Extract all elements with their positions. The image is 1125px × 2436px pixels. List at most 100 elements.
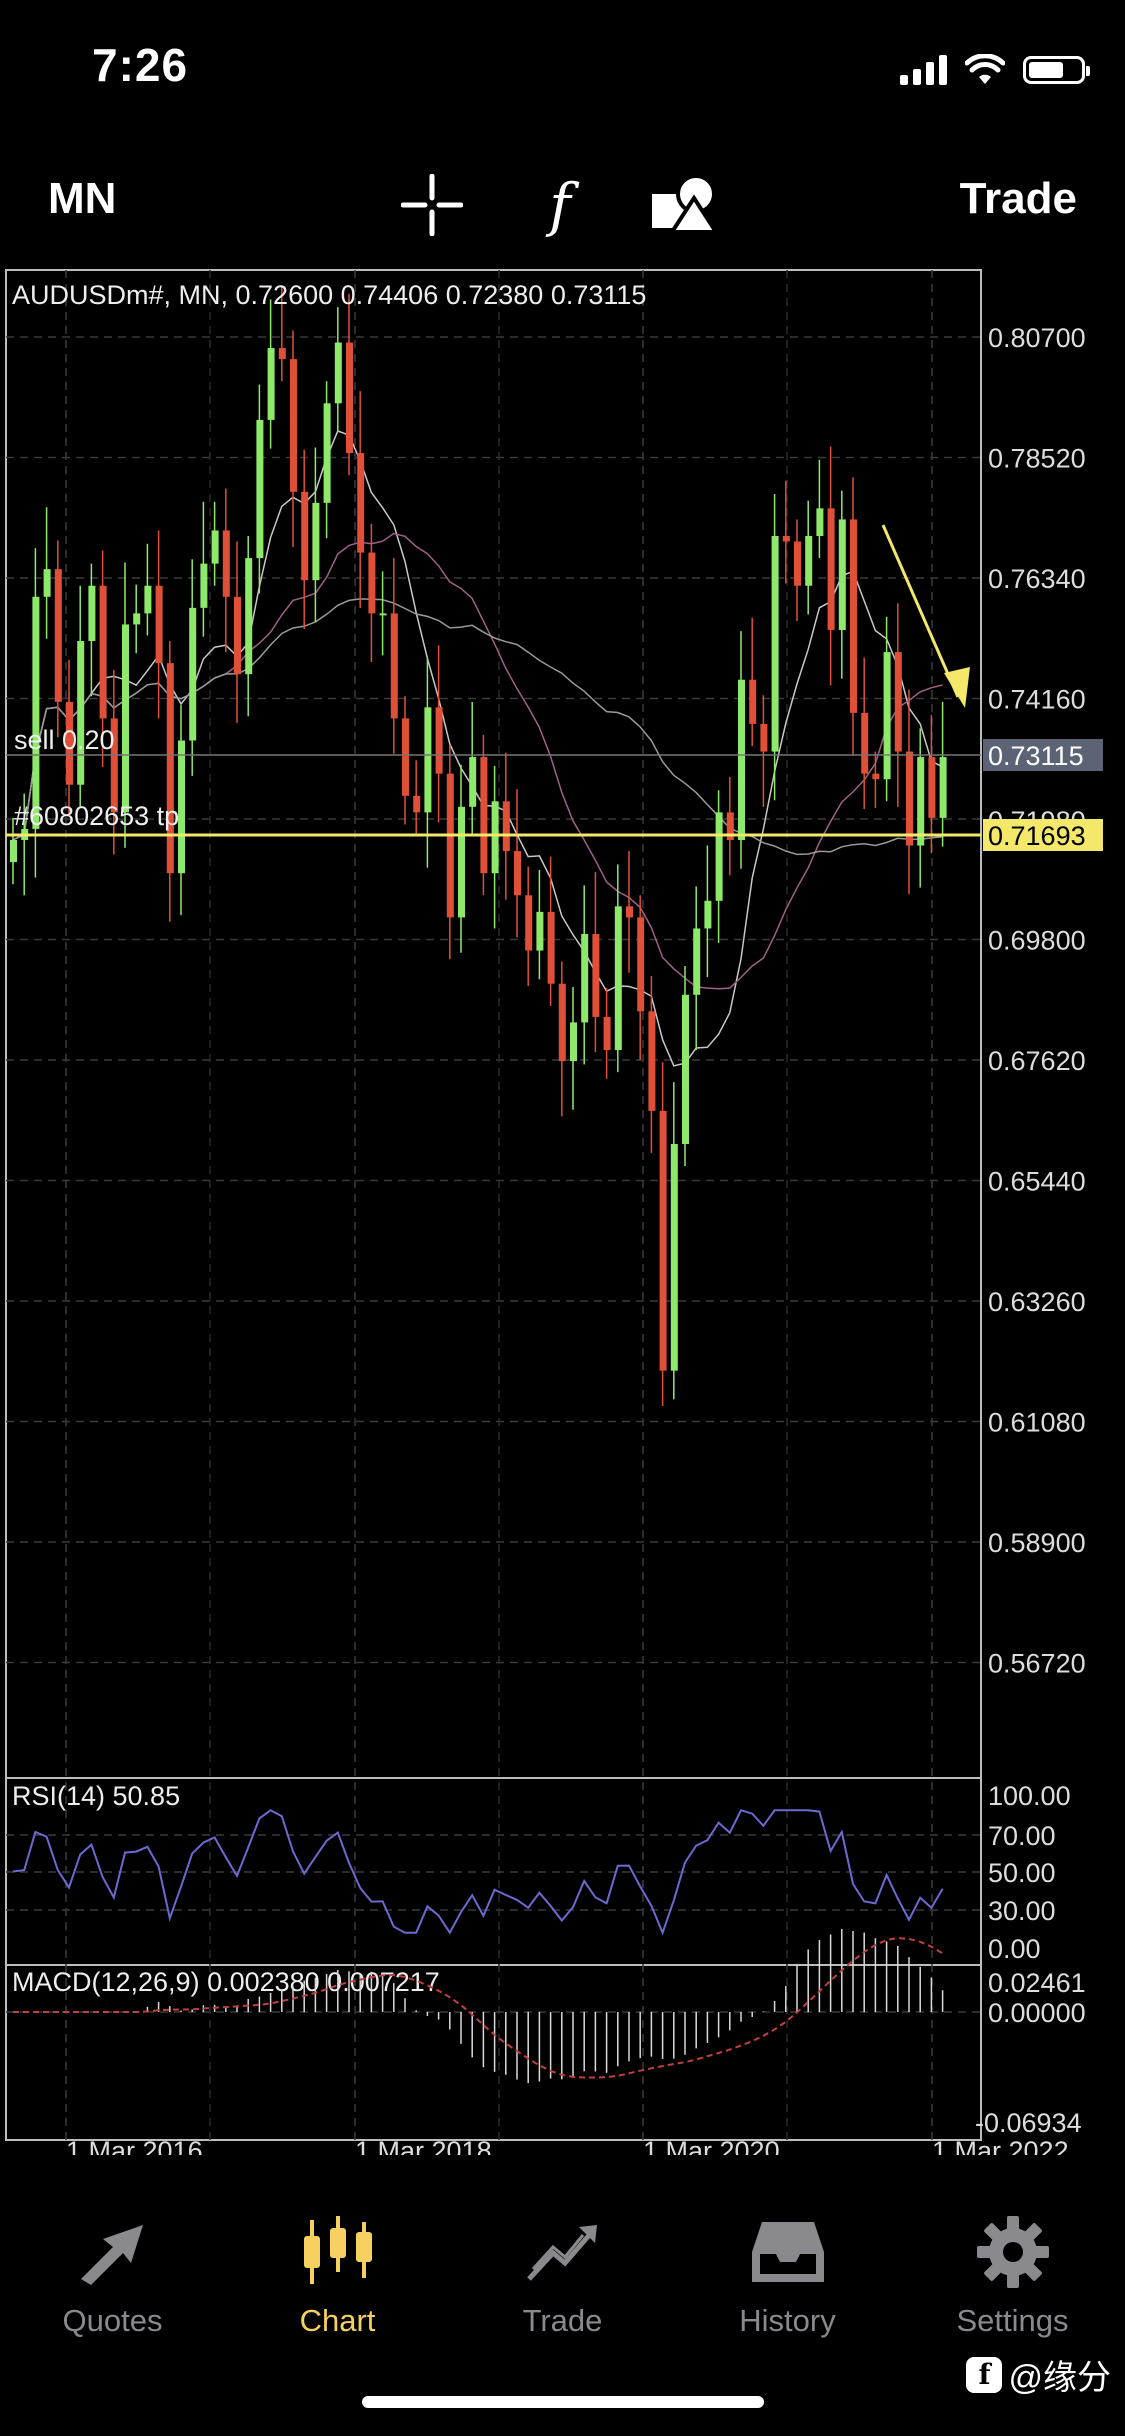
date-axis: 1 Mar 2016 1 Mar 2018 1 Mar 2020 1 Mar 2022 xyxy=(66,2136,1069,2155)
status-icons xyxy=(900,50,1090,90)
quotes-icon xyxy=(68,2207,158,2297)
date-tick-label: 1 Mar 2022 xyxy=(932,2136,1069,2155)
chart-frame xyxy=(5,269,982,2141)
grid xyxy=(6,270,981,2140)
candle-body xyxy=(88,585,96,642)
price-tick-label: 0.58900 xyxy=(988,1528,1086,1558)
candle-body xyxy=(189,607,197,741)
price-tick-label: 0.74160 xyxy=(988,685,1086,715)
candle-body xyxy=(648,1011,656,1111)
trade-icon xyxy=(518,2207,608,2297)
candle-body xyxy=(10,840,17,863)
candle-body xyxy=(424,707,432,813)
watermark-text: @缘分 xyxy=(1008,2359,1111,2397)
candle-body xyxy=(805,535,813,586)
candle-body xyxy=(738,679,745,841)
candle-body xyxy=(166,663,174,874)
candle-body xyxy=(917,757,925,846)
chart-toolbar: MN f Trade xyxy=(0,150,1125,250)
candle-body xyxy=(290,359,297,492)
candle-body xyxy=(603,1016,611,1051)
candle-body xyxy=(357,453,365,553)
candle-body xyxy=(894,652,902,752)
candle-body xyxy=(670,1144,678,1371)
candle-body xyxy=(693,928,701,995)
candle-body xyxy=(200,563,208,608)
wifi-icon xyxy=(965,54,1005,84)
date-tick-label: 1 Mar 2016 xyxy=(66,2136,203,2155)
current-price-text: 0.73115 xyxy=(988,741,1084,771)
watermark: f @缘分 xyxy=(966,2350,1111,2399)
candle-body xyxy=(872,773,880,780)
arrow-annotation xyxy=(881,524,960,698)
tab-quotes[interactable]: Quotes xyxy=(0,2195,225,2395)
chart-area[interactable]: AUDUSDm#, MN, 0.72600 0.74406 0.72380 0.… xyxy=(0,265,1125,2155)
candle-body xyxy=(939,757,947,818)
macd-level-label: 0.00000 xyxy=(988,1998,1086,2028)
candle-body xyxy=(659,1110,667,1371)
candle-body xyxy=(827,508,835,630)
tp-price-text: 0.71693 xyxy=(988,821,1086,851)
candle-body xyxy=(278,348,286,360)
price-chart[interactable]: AUDUSDm#, MN, 0.72600 0.74406 0.72380 0.… xyxy=(0,265,1125,2155)
tab-trade-label: Trade xyxy=(522,2303,603,2338)
candle-body xyxy=(760,723,768,752)
candle-body xyxy=(491,801,499,874)
candle-body xyxy=(312,502,320,581)
period-button[interactable]: MN xyxy=(48,174,116,224)
candle-body xyxy=(525,895,533,951)
candle-body xyxy=(883,652,891,780)
candle-body xyxy=(323,403,331,503)
candle-body xyxy=(77,641,85,785)
candle-body xyxy=(334,342,342,404)
indicators-icon[interactable]: f xyxy=(525,170,595,240)
candle-body xyxy=(906,751,913,846)
moving-average-line xyxy=(12,532,943,990)
tp-order-label: #60802653 tp xyxy=(14,801,179,831)
status-time: 7:26 xyxy=(92,39,189,91)
candle-body xyxy=(390,613,398,719)
trade-button[interactable]: Trade xyxy=(960,174,1077,224)
candle-body xyxy=(368,552,376,614)
battery-icon xyxy=(1023,56,1090,84)
candle-body xyxy=(592,933,600,1017)
tab-chart-label: Chart xyxy=(299,2303,376,2338)
candle-body xyxy=(861,712,869,774)
rsi-level-label: 70.00 xyxy=(988,1821,1056,1851)
objects-icon[interactable] xyxy=(650,170,720,240)
price-tick-label: 0.67620 xyxy=(988,1046,1086,1076)
tab-trade[interactable]: Trade xyxy=(450,2195,675,2395)
candle-body xyxy=(782,535,790,542)
rsi-level-label: 0.00 xyxy=(988,1934,1041,1964)
candle-body xyxy=(256,419,264,559)
history-icon xyxy=(743,2207,833,2297)
date-tick-label: 1 Mar 2020 xyxy=(643,2136,780,2155)
tab-bar: Quotes Chart Trade History Settings xyxy=(0,2195,1125,2395)
candle-body xyxy=(446,773,454,918)
candle-body xyxy=(704,900,712,929)
arrow-head xyxy=(944,667,970,708)
candle-body xyxy=(54,569,62,702)
tab-history[interactable]: History xyxy=(675,2195,900,2395)
candle-body xyxy=(558,983,566,1062)
macd-signal-line xyxy=(13,1936,944,2079)
chart-header: AUDUSDm#, MN, 0.72600 0.74406 0.72380 0.… xyxy=(12,280,646,310)
candle-body xyxy=(838,519,846,630)
candle-body xyxy=(771,535,779,752)
macd-level-label: -0.06934 xyxy=(975,2108,1082,2138)
tab-quotes-label: Quotes xyxy=(62,2303,163,2338)
candle-body xyxy=(547,911,555,984)
candle-body xyxy=(682,994,689,1145)
crosshair-icon[interactable] xyxy=(397,170,467,240)
rsi-level-label: 50.00 xyxy=(988,1858,1056,1888)
tab-history-label: History xyxy=(739,2303,836,2338)
candle-body xyxy=(122,624,129,813)
candle-body xyxy=(413,795,421,813)
candle-body xyxy=(43,569,51,597)
tab-settings-label: Settings xyxy=(956,2303,1069,2338)
tab-chart[interactable]: Chart xyxy=(225,2195,450,2395)
candle-body xyxy=(32,596,40,829)
price-tick-label: 0.65440 xyxy=(988,1167,1086,1197)
price-tick-label: 0.76340 xyxy=(988,564,1086,594)
candle-body xyxy=(816,508,824,536)
